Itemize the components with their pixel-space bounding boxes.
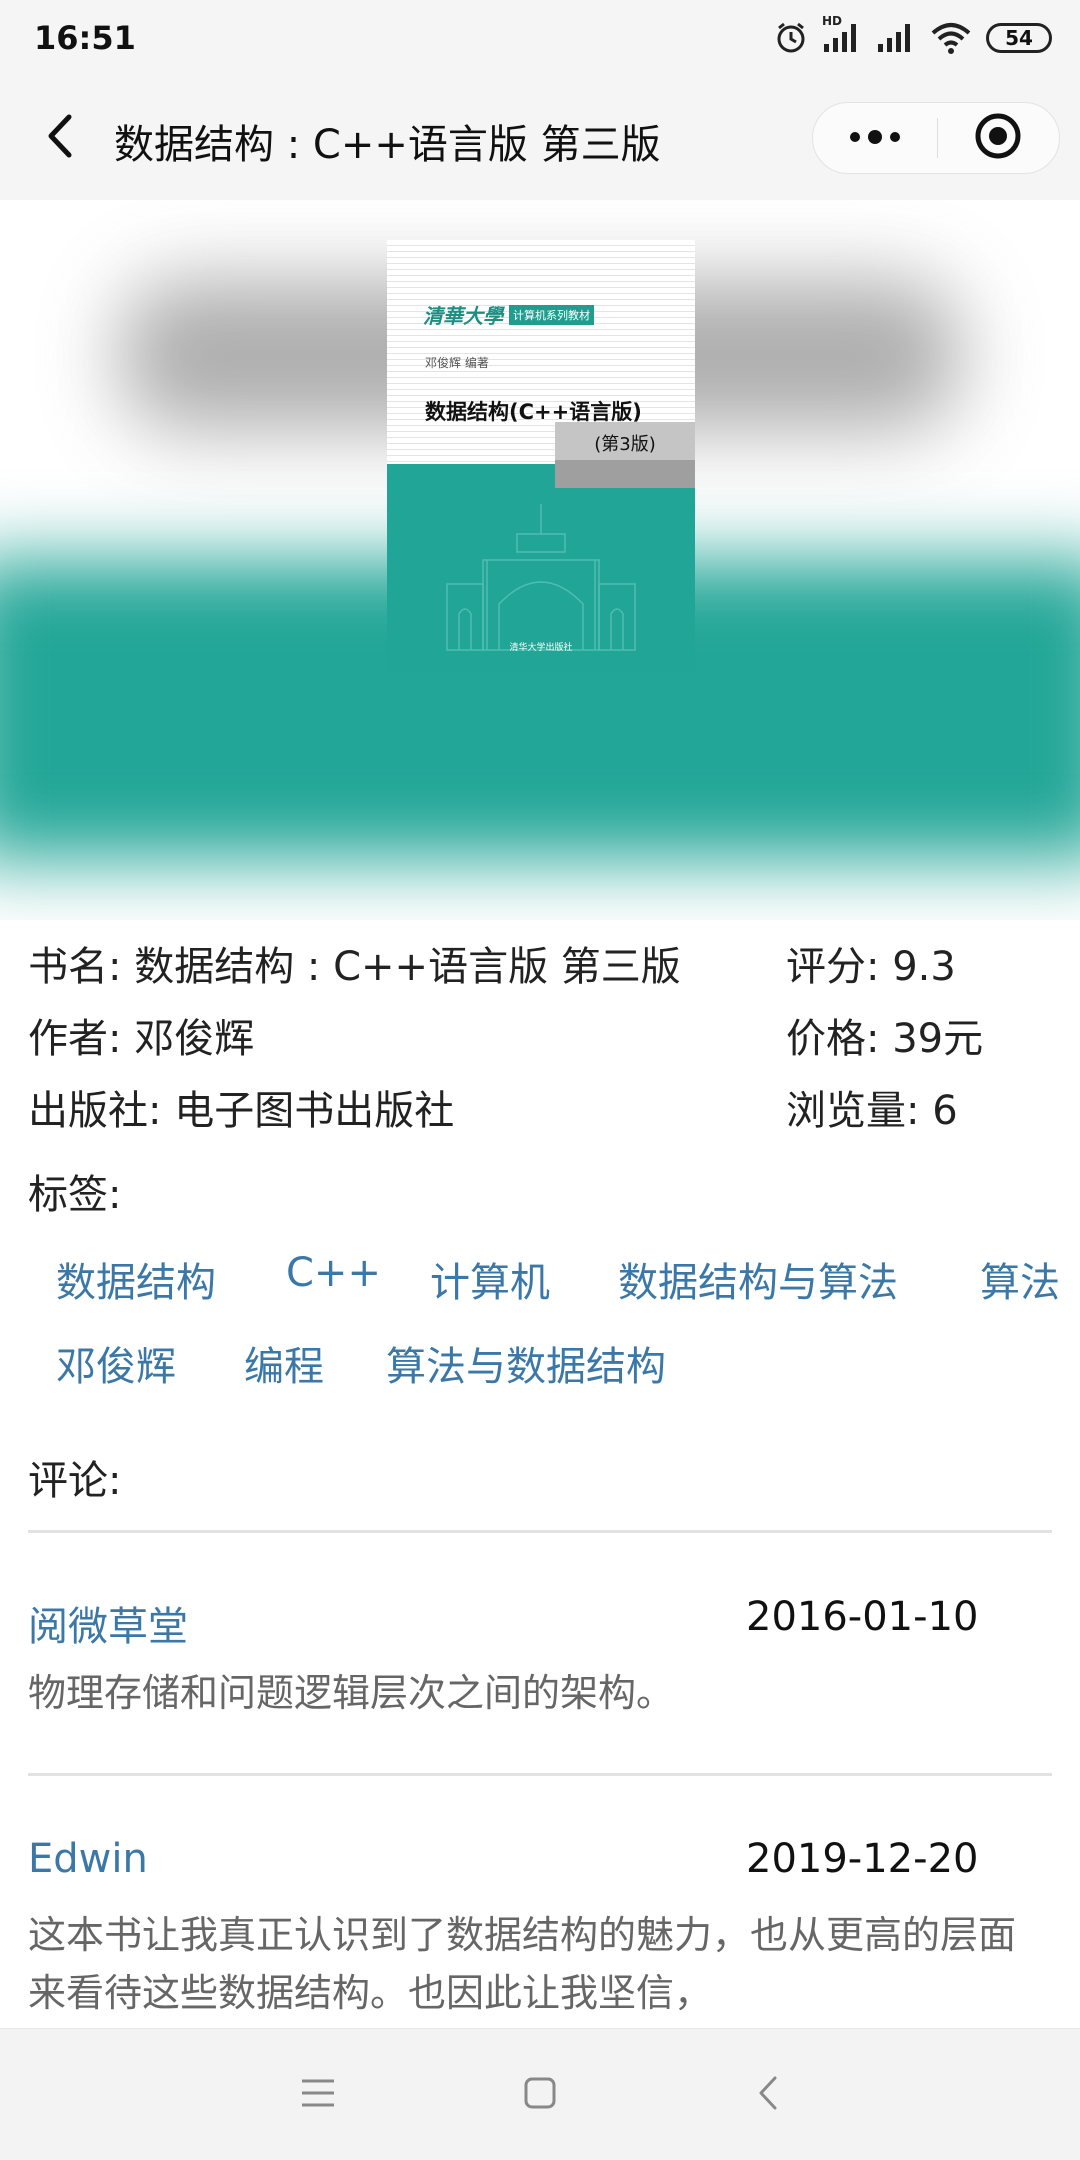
cover-author: 邓俊辉 编著 [425,356,489,370]
price-value: 39元 [892,1016,984,1062]
cellular-signal-icon [876,22,916,54]
info-row: 出版社: 电子图书出版社 浏览量: 6 [0,1078,1080,1150]
alarm-icon [774,21,808,55]
publisher-label: 出版社: [28,1088,162,1134]
book-cover-image[interactable]: 清華大學 计算机系列教材 邓俊辉 编著 数据结构(C++语言版) (第3版) 清… [387,240,695,672]
tag-item[interactable]: 数据结构 [56,1250,216,1308]
views-value: 6 [932,1088,958,1134]
comment-user[interactable]: 阅微草堂 [28,1594,188,1652]
author-label: 作者: [28,1016,122,1062]
book-name-label: 书名: [28,944,122,990]
tag-item[interactable]: 计算机 [430,1250,550,1308]
back-button[interactable] [34,108,86,168]
tag-item[interactable]: 算法 [980,1250,1060,1308]
menu-icon [300,2078,336,2112]
tag-item[interactable]: 算法与数据结构 [386,1334,666,1392]
status-bar: 16:51 HD 54 [0,0,1080,76]
more-icon [848,129,902,148]
cover-publisher: 清华大学出版社 [509,643,573,653]
rating-label: 评分: [786,944,880,990]
tag-item[interactable]: C++ [286,1250,381,1296]
battery-icon: 54 [986,23,1052,53]
comment-text: 物理存储和问题逻辑层次之间的架构。 [28,1671,675,1715]
views-label: 浏览量: [786,1088,920,1134]
author-field: 作者: 邓俊辉 [28,1006,254,1064]
price-label: 价格: [786,1016,880,1062]
home-icon [523,2076,557,2114]
info-row: 书名: 数据结构 : C++语言版 第三版 评分: 9.3 [0,934,1080,1006]
close-miniprogram-icon [974,112,1022,164]
wifi-icon [930,21,972,55]
cover-edition: (第3版) [555,422,695,488]
tags-label: 标签: [28,1172,122,1218]
home-button[interactable] [512,2067,568,2123]
system-nav-bar [0,2028,1080,2160]
cover-edition-shade [555,460,695,488]
publisher-value: 电子图书出版社 [174,1088,455,1134]
cover-edition-text: (第3版) [594,434,656,455]
rating-value: 9.3 [892,944,956,990]
more-button[interactable] [813,102,937,174]
cover-university: 清華大學 [423,304,503,328]
views-field: 浏览量: 6 [786,1078,958,1136]
status-time: 16:51 [34,19,136,57]
author-value: 邓俊辉 [134,1016,255,1062]
book-name-field: 书名: 数据结构 : C++语言版 第三版 [28,934,681,992]
hd-label: HD [822,14,843,28]
close-button[interactable] [938,102,1060,174]
book-name-value: 数据结构 : C++语言版 第三版 [134,944,681,990]
system-back-button[interactable] [740,2067,796,2123]
comment-date: 2016-01-10 [746,1594,979,1640]
publisher-field: 出版社: 电子图书出版社 [28,1078,454,1136]
comment-user[interactable]: Edwin [28,1836,148,1882]
book-hero: 清華大學 计算机系列教材 邓俊辉 编著 数据结构(C++语言版) (第3版) 清… [0,200,1080,920]
nav-bar: 数据结构 : C++语言版 第三版 [0,76,1080,200]
tag-item[interactable]: 邓俊辉 [56,1334,176,1392]
back-icon [45,113,75,163]
comments-label: 评论: [28,1458,122,1504]
menu-button[interactable] [290,2067,346,2123]
status-icons: HD 54 [774,14,1052,55]
miniprogram-capsule [812,102,1060,174]
rating-field: 评分: 9.3 [786,934,956,992]
cellular-signal-icon: HD [822,14,862,54]
price-field: 价格: 39元 [786,1006,983,1064]
tag-item[interactable]: 数据结构与算法 [618,1250,898,1308]
book-detail-screen: 16:51 HD 54 数据结构 : C++语言版 第三版 清華大學 计算机系列… [0,0,1080,2160]
tag-item[interactable]: 编程 [244,1334,324,1392]
comment-date: 2019-12-20 [746,1836,979,1882]
divider [28,1773,1052,1776]
divider [28,1530,1052,1533]
comment-text: 这本书让我真正认识到了数据结构的魅力，也从更高的层面来看待这些数据结构。也因此让… [28,1913,1017,2015]
back-icon [757,2075,779,2115]
page-title: 数据结构 : C++语言版 第三版 [114,122,661,168]
cover-series: 清華大學 计算机系列教材 [423,300,594,329]
cover-series-tag: 计算机系列教材 [509,304,594,325]
info-row: 作者: 邓俊辉 价格: 39元 [0,1006,1080,1078]
